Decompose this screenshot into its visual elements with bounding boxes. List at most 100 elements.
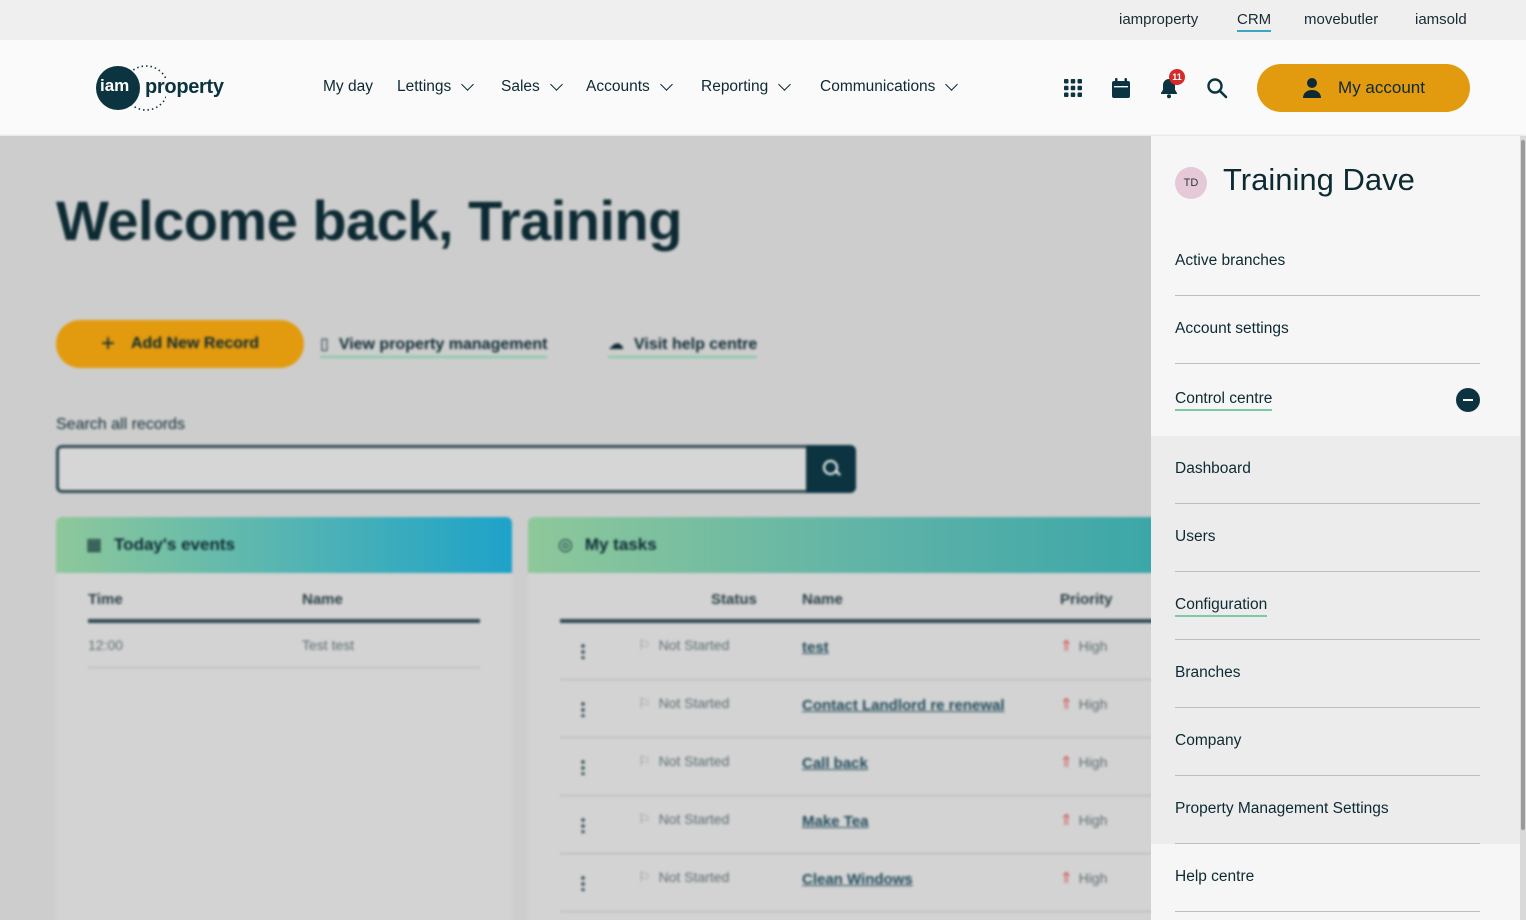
my-tasks-card: ◎ My tasks Status Name Priority ⚐ Not Sta… [528,517,1168,920]
my-tasks-title: My tasks [584,535,657,554]
notification-count-badge: 11 [1169,69,1185,85]
todays-events-header: ▦ Today's events [56,517,512,573]
my-account-button[interactable]: My account [1257,64,1470,112]
search-icon[interactable] [1206,77,1228,99]
brand-link-movebutler[interactable]: movebutler [1304,11,1378,28]
nav-communications-label: Communications [820,78,936,95]
task-status: ⚐ Not Started [638,637,729,654]
brand-link-iamsold[interactable]: iamsold [1415,11,1467,28]
task-status: ⚐ Not Started [638,753,729,770]
task-priority: High [1060,637,1108,655]
view-property-management-label: View property management [338,336,548,353]
task-status-label: Not Started [658,753,730,769]
menu-item-label: Control centre [1175,390,1273,411]
chevron-down-icon [549,77,563,91]
check-circle-icon: ◎ [558,535,573,554]
row-divider [560,911,1168,912]
menu-item-label: Company [1175,732,1242,749]
nav-my-day-label: My day [323,78,373,95]
row-divider [560,737,1168,738]
view-property-management-link[interactable]: ▯ View property management [320,334,548,358]
nav-lettings[interactable]: Lettings [397,77,475,96]
nav-reporting[interactable]: Reporting [701,77,792,96]
nav-reporting-label: Reporting [701,78,769,95]
task-name-link[interactable]: Clean Windows [802,871,913,888]
my-account-label: My account [1338,78,1425,97]
logo-mark-text: iam [100,76,130,95]
plus-icon: + [100,330,115,357]
search-submit-button[interactable] [806,445,856,493]
menu-item-label: Branches [1175,664,1241,681]
account-menu-panel: TD Training Dave Active branches Account… [1151,136,1520,920]
row-actions-icon[interactable] [581,817,585,833]
task-name-link[interactable]: Make Tea [802,813,868,830]
menu-item-account-settings[interactable]: Account settings [1175,296,1480,364]
events-col-time: Time [88,591,123,608]
task-name-link[interactable]: Contact Landlord re renewal [802,697,1005,714]
menu-item-help-centre[interactable]: Help centre [1175,844,1480,912]
submenu-item-company[interactable]: Company [1175,708,1480,776]
add-new-record-button[interactable]: + Add New Record [56,320,304,368]
task-name-link[interactable]: Call back [802,755,868,772]
todays-events-card: ▦ Today's events Time Name 12:00 Test te… [56,517,512,920]
brand-link-crm[interactable]: CRM [1237,11,1272,32]
brand-link-iamproperty[interactable]: iamproperty [1119,11,1198,28]
apps-grid-icon[interactable] [1062,77,1084,99]
task-name-link[interactable]: test [802,639,829,656]
add-new-record-label: Add New Record [131,335,260,352]
row-actions-icon[interactable] [581,759,585,775]
row-actions-icon[interactable] [581,875,585,891]
flag-icon: ⚐ [638,811,651,827]
chevron-down-icon [778,77,792,91]
search-records-input[interactable] [56,445,856,493]
submenu-item-configuration[interactable]: Configuration [1175,572,1480,640]
flag-icon: ⚐ [638,637,651,653]
task-priority: High [1060,869,1108,887]
task-status-label: Not Started [658,811,730,827]
account-user-name: Training Dave [1223,162,1415,197]
visit-help-centre-link[interactable]: ☁ Visit help centre [608,334,758,358]
logo-wordmark: property [145,76,224,98]
visit-help-centre-label: Visit help centre [634,336,758,353]
events-header-rule [88,619,480,623]
tasks-header-rule [560,619,1168,623]
nav-accounts-label: Accounts [586,78,650,95]
panel-scrollbar-thumb[interactable] [1521,140,1525,830]
task-status: ⚐ Not Started [638,695,729,712]
event-name[interactable]: Test test [302,637,354,653]
event-time: 12:00 [88,637,124,653]
submenu-item-property-management-settings[interactable]: Property Management Settings [1175,776,1480,844]
menu-item-label: Help centre [1175,868,1255,885]
nav-my-day[interactable]: My day [323,78,373,96]
row-actions-icon[interactable] [581,701,585,717]
task-status-label: Not Started [658,869,730,885]
task-status-label: Not Started [658,637,730,653]
menu-item-control-centre[interactable]: Control centre [1175,366,1480,434]
nav-sales-label: Sales [501,78,540,95]
main-header: iam property My day Lettings Sales Accou… [0,40,1526,136]
chevron-down-icon [659,77,673,91]
nav-lettings-label: Lettings [397,78,452,95]
nav-accounts[interactable]: Accounts [586,77,673,96]
submenu-item-branches[interactable]: Branches [1175,640,1480,708]
collapse-minus-icon[interactable] [1456,388,1480,412]
nav-communications[interactable]: Communications [820,77,959,96]
calendar-icon[interactable] [1110,77,1132,99]
menu-item-active-branches[interactable]: Active branches [1175,228,1480,296]
submenu-item-users[interactable]: Users [1175,504,1480,572]
my-tasks-header: ◎ My tasks [528,517,1168,573]
avatar: TD [1175,167,1207,199]
top-brand-bar: iamproperty CRM movebutler iamsold [0,0,1526,40]
menu-item-label: Dashboard [1175,460,1251,477]
cloud-icon: ☁ [608,336,624,353]
chevron-down-icon [945,77,959,91]
todays-events-title: Today's events [114,535,235,554]
submenu-item-dashboard[interactable]: Dashboard [1175,436,1480,504]
tasks-col-priority: Priority [1060,591,1113,608]
row-actions-icon[interactable] [581,643,585,659]
row-divider [560,679,1168,680]
menu-item-label: Active branches [1175,252,1286,269]
flag-icon: ⚐ [638,869,651,885]
task-priority: High [1060,753,1108,771]
nav-sales[interactable]: Sales [501,77,563,96]
